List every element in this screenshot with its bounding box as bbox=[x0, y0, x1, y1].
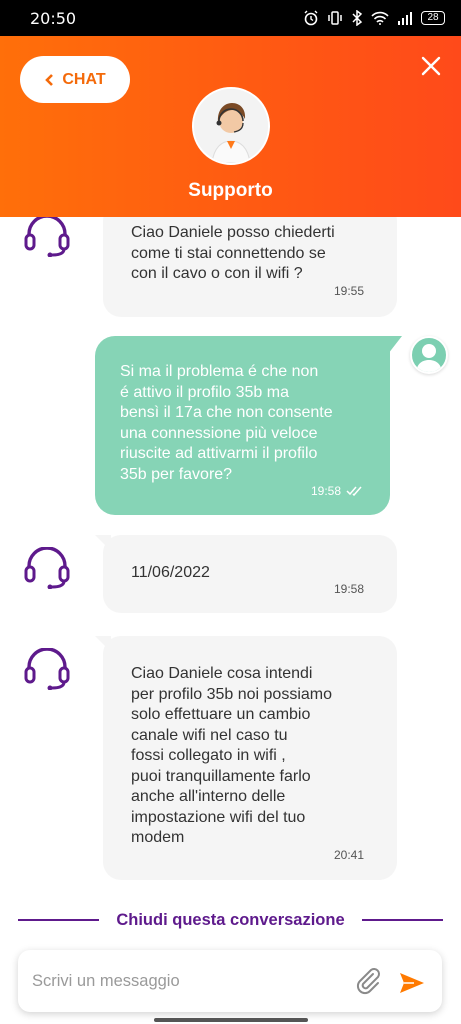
message-text: Ciao Daniele posso chiederti come ti sta… bbox=[131, 224, 335, 282]
chat-header: CHAT Supporto bbox=[0, 36, 461, 217]
message-time: 19:58 bbox=[333, 581, 364, 596]
header-title: Supporto bbox=[188, 180, 273, 201]
wifi-icon bbox=[371, 11, 389, 25]
status-bar: 20:50 28 bbox=[0, 0, 461, 36]
agent-message-bubble: Ciao Daniele posso chiederti come ti sta… bbox=[95, 217, 397, 317]
chat-messages[interactable]: Ciao Daniele posso chiederti come ti sta… bbox=[0, 217, 461, 907]
message-composer bbox=[18, 950, 442, 1012]
message-input[interactable] bbox=[32, 966, 332, 996]
close-icon[interactable] bbox=[419, 54, 443, 78]
user-icon bbox=[416, 344, 442, 372]
divider bbox=[361, 919, 443, 921]
close-conversation-link[interactable]: Chiudi questa conversazione bbox=[99, 911, 361, 930]
message-text: Si ma il problema é che non é attivo il … bbox=[120, 363, 333, 483]
headset-icon bbox=[24, 217, 70, 257]
message-time: 19:58 bbox=[310, 483, 341, 498]
back-label: CHAT bbox=[62, 70, 106, 88]
close-conversation-row: Chiudi questa conversazione bbox=[18, 908, 443, 932]
user-message-bubble: Si ma il problema é che non é attivo il … bbox=[95, 336, 402, 515]
user-avatar bbox=[410, 336, 448, 374]
status-time: 20:50 bbox=[30, 8, 77, 28]
send-icon[interactable] bbox=[399, 972, 425, 994]
message-time: 20:41 bbox=[333, 847, 364, 862]
alarm-icon bbox=[304, 10, 318, 26]
signal-icon bbox=[398, 12, 412, 25]
paperclip-icon[interactable] bbox=[352, 965, 384, 997]
support-agent-avatar bbox=[192, 87, 270, 165]
agent-message-bubble: 11/06/2022 19:58 bbox=[95, 535, 397, 613]
message-time: 19:55 bbox=[333, 283, 364, 298]
message-text: Ciao Daniele cosa intendi per profilo 35… bbox=[131, 665, 333, 846]
home-indicator[interactable] bbox=[154, 1018, 308, 1022]
chevron-left-icon bbox=[45, 73, 54, 86]
double-check-icon bbox=[346, 486, 362, 496]
vibrate-icon bbox=[328, 11, 342, 25]
status-icons: 28 bbox=[303, 10, 445, 26]
battery-icon: 28 bbox=[421, 11, 445, 25]
headset-icon bbox=[24, 547, 70, 589]
back-to-chat-button[interactable]: CHAT bbox=[20, 56, 130, 103]
bluetooth-icon bbox=[352, 10, 363, 26]
message-time-row: 19:58 bbox=[311, 481, 364, 502]
headset-icon bbox=[24, 648, 70, 690]
agent-photo-icon bbox=[194, 89, 268, 163]
agent-message-bubble: Ciao Daniele cosa intendi per profilo 35… bbox=[95, 636, 397, 880]
divider bbox=[18, 919, 100, 921]
